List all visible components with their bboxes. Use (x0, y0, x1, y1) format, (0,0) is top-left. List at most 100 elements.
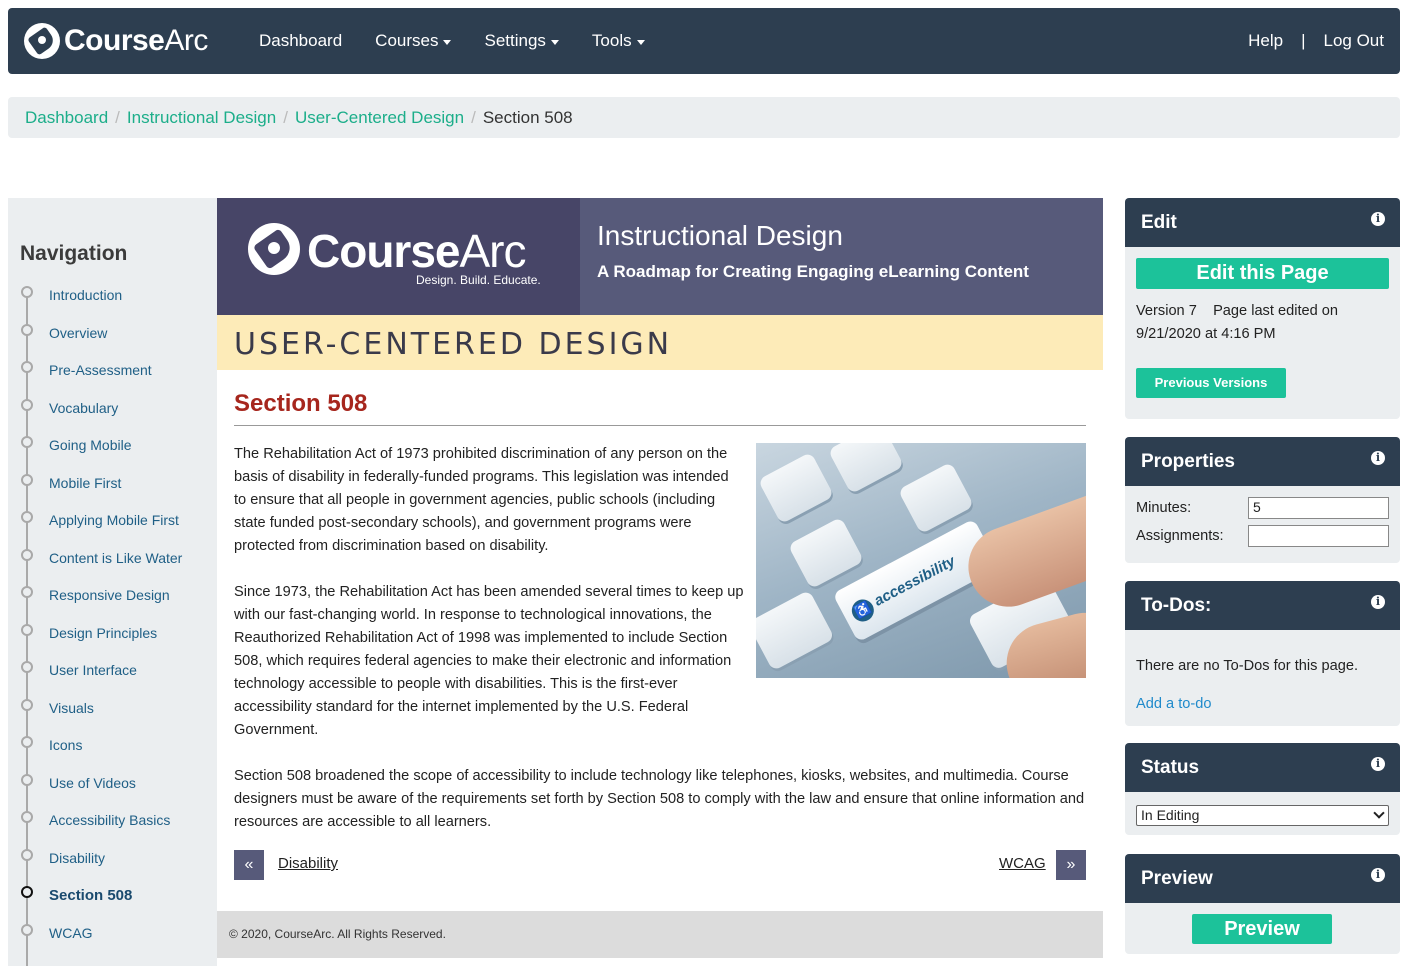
nav-item[interactable]: Responsive Design (8, 584, 217, 622)
nav-item[interactable]: Design Principles (8, 622, 217, 660)
nav-bullet-icon (21, 623, 33, 636)
nav-item-label[interactable]: Icons (49, 737, 82, 753)
nav-item[interactable]: WCAG (8, 922, 217, 960)
nav-item-label[interactable]: WCAG (49, 925, 93, 941)
minutes-label: Minutes: (1136, 500, 1192, 516)
nav-item-label[interactable]: Design Principles (49, 625, 157, 641)
todos-empty-message: There are no To-Dos for this page. (1136, 658, 1358, 674)
breadcrumb-separator: / (471, 107, 476, 127)
nav-item-label[interactable]: Mobile First (49, 475, 121, 491)
edit-panel-title: Edit (1141, 212, 1177, 233)
title-divider (234, 425, 1086, 426)
preview-button[interactable]: Preview (1192, 914, 1332, 944)
nav-item-label[interactable]: Responsive Design (49, 587, 170, 603)
nav-item-label[interactable]: Introduction (49, 287, 122, 303)
menu-dashboard[interactable]: Dashboard (259, 31, 342, 51)
nav-bullet-icon (21, 511, 33, 523)
breadcrumb-current: Section 508 (482, 107, 573, 127)
status-select[interactable]: In Editing (1136, 805, 1389, 826)
assignments-field[interactable] (1248, 525, 1389, 547)
paragraph-2: Since 1973, the Rehabilitation Act has b… (234, 584, 744, 738)
nav-item[interactable]: Overview (8, 322, 217, 360)
page-title: Section 508 (234, 390, 368, 417)
lesson-title: USER-CENTERED DESIGN (234, 327, 673, 362)
breadcrumb-user-centered-design[interactable]: User-Centered Design (295, 108, 464, 128)
nav-item-label[interactable]: Visuals (49, 700, 94, 716)
course-title: Instructional Design (597, 220, 843, 251)
nav-item[interactable]: Visuals (8, 697, 217, 735)
top-navbar: CourseArc Dashboard Courses Settings Too… (8, 8, 1400, 74)
nav-bullet-icon (21, 661, 33, 673)
nav-item[interactable]: Section 508 (8, 884, 217, 922)
nav-item[interactable]: Accessibility Basics (8, 809, 217, 847)
coursearc-logo[interactable]: CourseArc (24, 23, 208, 59)
nav-item-label[interactable]: Use of Videos (49, 775, 136, 791)
nav-item-label[interactable]: Section 508 (49, 887, 132, 904)
nav-bullet-icon (21, 323, 33, 336)
last-edited-date: 9/21/2020 at 4:16 PM (1136, 326, 1276, 342)
paragraph-1: The Rehabilitation Act of 1973 prohibite… (234, 446, 729, 554)
next-page-button[interactable]: » (1056, 850, 1086, 880)
info-icon[interactable]: i (1371, 451, 1385, 465)
menu-courses[interactable]: Courses (375, 31, 452, 51)
breadcrumb-instructional-design[interactable]: Instructional Design (127, 108, 276, 128)
nav-item-label[interactable]: Overview (49, 325, 107, 341)
properties-panel-header: Properties i (1125, 437, 1400, 486)
finger-graphic (957, 488, 1086, 618)
edit-panel: Edit i Edit this Page Version 7 Page las… (1125, 198, 1400, 419)
nav-item-label[interactable]: Disability (49, 850, 105, 866)
nav-item[interactable]: Content is Like Water (8, 547, 217, 585)
banner-logo-text: CourseArc (307, 225, 526, 277)
nav-item[interactable]: Icons (8, 734, 217, 772)
logo-icon (248, 223, 300, 275)
previous-page-button[interactable]: « (234, 850, 264, 880)
nav-item[interactable]: Going Mobile (8, 434, 217, 472)
breadcrumb-dashboard[interactable]: Dashboard (25, 108, 108, 128)
nav-bullet-icon (21, 886, 33, 898)
info-icon[interactable]: i (1371, 212, 1385, 226)
next-page-link[interactable]: WCAG (999, 855, 1046, 872)
nav-item[interactable]: User Interface (8, 659, 217, 697)
main-menu: Dashboard Courses Settings Tools (259, 8, 678, 74)
navigation-title: Navigation (20, 242, 128, 265)
status-panel-header: Status i (1125, 743, 1400, 792)
nav-bullet-icon (21, 736, 33, 748)
properties-panel: Properties i Minutes: 5 Assignments: (1125, 437, 1400, 563)
nav-item[interactable]: Introduction (8, 284, 217, 322)
nav-item-label[interactable]: Content is Like Water (49, 550, 182, 566)
previous-page-link[interactable]: Disability (278, 855, 338, 872)
todos-panel: To-Dos: i There are no To-Dos for this p… (1125, 581, 1400, 726)
navigation-list: Introduction Overview Pre-Assessment Vocabu… (8, 284, 217, 959)
edit-this-page-button[interactable]: Edit this Page (1136, 258, 1389, 289)
nav-item[interactable]: Applying Mobile First (8, 509, 217, 547)
add-todo-link[interactable]: Add a to-do (1136, 693, 1211, 716)
caret-down-icon (636, 39, 645, 45)
properties-panel-title: Properties (1141, 451, 1235, 472)
info-icon[interactable]: i (1371, 595, 1385, 609)
menu-separator: | (1301, 31, 1306, 50)
course-navigation: Navigation Introduction Overview Pre-Asses… (8, 198, 217, 966)
help-link[interactable]: Help (1248, 31, 1283, 51)
minutes-field[interactable]: 5 (1248, 497, 1389, 519)
nav-item[interactable]: Disability (8, 847, 217, 885)
nav-item[interactable]: Vocabulary (8, 397, 217, 435)
info-icon[interactable]: i (1371, 757, 1385, 771)
nav-item-label[interactable]: Going Mobile (49, 437, 132, 453)
caret-down-icon (550, 39, 559, 45)
previous-versions-button[interactable]: Previous Versions (1136, 368, 1286, 398)
nav-item-label[interactable]: Pre-Assessment (49, 362, 152, 378)
breadcrumb-separator: / (283, 107, 288, 127)
info-icon[interactable]: i (1371, 868, 1385, 882)
menu-tools[interactable]: Tools (592, 31, 645, 51)
nav-bullet-icon (21, 286, 33, 298)
menu-settings[interactable]: Settings (484, 31, 559, 51)
nav-item[interactable]: Use of Videos (8, 772, 217, 810)
nav-item-label[interactable]: Vocabulary (49, 400, 118, 416)
nav-item[interactable]: Mobile First (8, 472, 217, 510)
logout-link[interactable]: Log Out (1324, 31, 1385, 51)
nav-item-label[interactable]: Applying Mobile First (49, 512, 179, 528)
nav-item-label[interactable]: User Interface (49, 662, 137, 678)
nav-item[interactable]: Pre-Assessment (8, 359, 217, 397)
edit-panel-header: Edit i (1125, 198, 1400, 247)
nav-item-label[interactable]: Accessibility Basics (49, 812, 170, 828)
